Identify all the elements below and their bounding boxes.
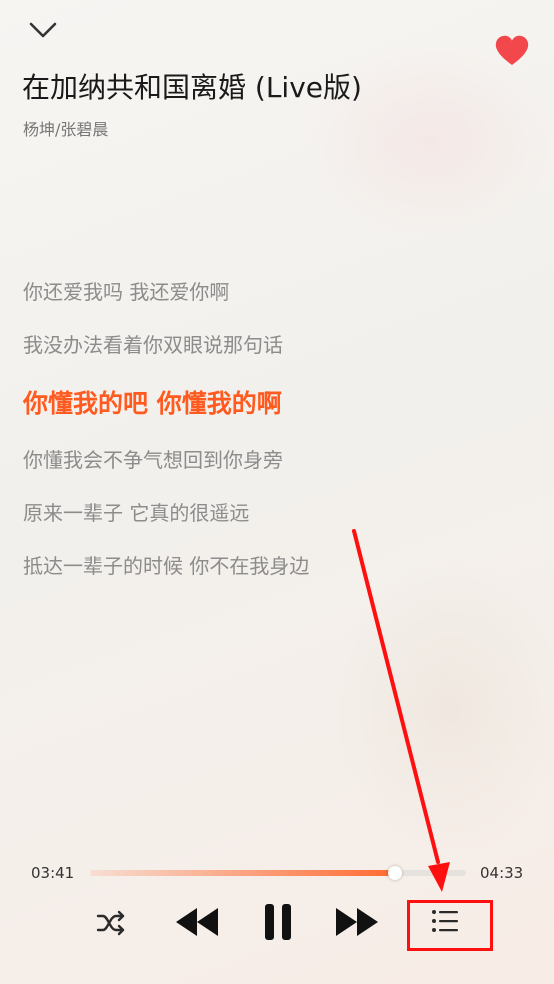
collapse-button[interactable] bbox=[26, 16, 60, 44]
progress-thumb[interactable] bbox=[387, 866, 402, 880]
annotation-highlight-box bbox=[407, 900, 493, 951]
progress-bar[interactable] bbox=[90, 866, 466, 880]
pause-button[interactable] bbox=[258, 900, 298, 944]
lyric-line: 你懂我会不争气想回到你身旁 bbox=[23, 448, 283, 472]
lyric-line-current: 你懂我的吧 你懂我的啊 bbox=[23, 389, 282, 418]
song-title: 在加纳共和国离婚 (Live版) bbox=[22, 71, 362, 104]
chevron-down-icon bbox=[29, 22, 57, 38]
progress-fill bbox=[90, 870, 395, 876]
lyric-line: 原来一辈子 它真的很遥远 bbox=[23, 501, 250, 525]
lyric-line: 抵达一辈子的时候 你不在我身边 bbox=[23, 554, 310, 578]
shuffle-button[interactable] bbox=[94, 906, 128, 940]
next-button[interactable] bbox=[334, 902, 380, 942]
current-time: 03:41 bbox=[31, 864, 75, 882]
like-button[interactable] bbox=[493, 34, 531, 68]
pause-icon bbox=[265, 904, 291, 940]
lyric-line: 我没办法看着你双眼说那句话 bbox=[23, 333, 283, 357]
shuffle-icon bbox=[96, 910, 125, 936]
heart-icon bbox=[495, 35, 529, 65]
previous-button[interactable] bbox=[174, 902, 220, 942]
background-glow bbox=[330, 560, 554, 860]
artist-name[interactable]: 杨坤/张碧晨 bbox=[23, 116, 108, 140]
total-time: 04:33 bbox=[480, 864, 524, 882]
next-icon bbox=[336, 908, 378, 936]
lyric-line: 你还爱我吗 我还爱你啊 bbox=[23, 280, 230, 304]
previous-icon bbox=[176, 908, 218, 936]
